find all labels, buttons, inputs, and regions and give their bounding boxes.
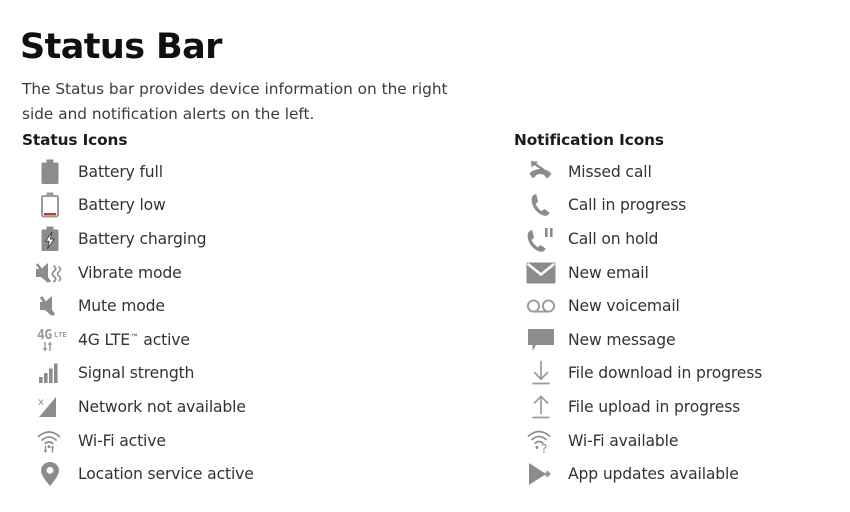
- list-item: Mute mode: [22, 289, 254, 323]
- svg-text:x: x: [38, 397, 44, 408]
- 4g-lte-icon: 4G LTE: [22, 323, 78, 357]
- notification-icons-heading: Notification Icons: [514, 131, 664, 149]
- status-icons-heading: Status Icons: [22, 131, 128, 149]
- wifi-active-icon: [22, 424, 78, 458]
- list-item: Vibrate mode: [22, 256, 254, 290]
- new-email-icon: [514, 256, 568, 290]
- list-item: ? Wi-Fi available: [514, 424, 762, 458]
- list-item-label: Location service active: [78, 465, 254, 484]
- list-item: Missed call: [514, 155, 762, 189]
- list-item: File upload in progress: [514, 390, 762, 424]
- list-item: x Network not available: [22, 390, 254, 424]
- svg-text:LTE: LTE: [54, 331, 67, 339]
- location-pin-icon: [22, 457, 78, 491]
- list-item: Battery full: [22, 155, 254, 189]
- app-updates-icon: [514, 457, 568, 491]
- mute-mode-icon: [22, 289, 78, 323]
- list-item: New message: [514, 323, 762, 357]
- list-item-label: New message: [568, 330, 676, 349]
- notification-icons-column: Notification Icons Missed call Call in p…: [514, 131, 762, 491]
- svg-text:?: ?: [541, 442, 547, 456]
- list-item: New email: [514, 256, 762, 290]
- call-in-progress-icon: [514, 189, 568, 223]
- page-title: Status Bar: [20, 27, 222, 68]
- list-item-label: File upload in progress: [568, 397, 741, 416]
- status-icons-column: Status Icons Battery full Battery low Ba…: [22, 131, 254, 491]
- list-item-label: New voicemail: [568, 297, 680, 316]
- notification-icons-list: Missed call Call in progress Call on hol…: [514, 155, 762, 491]
- list-item: Battery charging: [22, 222, 254, 256]
- list-item-label: Wi-Fi available: [568, 431, 679, 450]
- list-item-label: Network not available: [78, 397, 246, 416]
- list-item: Location service active: [22, 457, 254, 491]
- list-item-label: Wi-Fi active: [78, 431, 166, 450]
- list-item-label: Battery full: [78, 162, 163, 181]
- page-description: The Status bar provides device informati…: [22, 80, 448, 124]
- list-item: Battery low: [22, 189, 254, 223]
- missed-call-icon: [514, 155, 568, 189]
- list-item-label: Call in progress: [568, 196, 687, 215]
- list-item: 4G LTE 4G LTE™ active: [22, 323, 254, 357]
- new-voicemail-icon: [514, 289, 568, 323]
- svg-text:4G: 4G: [37, 328, 52, 343]
- list-item-label: Battery low: [78, 196, 166, 215]
- file-upload-icon: [514, 390, 568, 424]
- battery-full-icon: [22, 155, 78, 189]
- list-item-label: Vibrate mode: [78, 263, 182, 282]
- list-item-label: File download in progress: [568, 364, 763, 383]
- battery-low-icon: [22, 189, 78, 223]
- list-item-label: Signal strength: [78, 364, 195, 383]
- file-download-icon: [514, 357, 568, 391]
- list-item-label: Missed call: [568, 162, 652, 181]
- list-item: Call on hold: [514, 222, 762, 256]
- list-item: Signal strength: [22, 357, 254, 391]
- vibrate-mode-icon: [22, 256, 78, 290]
- list-item-label: App updates available: [568, 465, 739, 484]
- list-item: App updates available: [514, 457, 762, 491]
- list-item-label: New email: [568, 263, 649, 282]
- list-item: New voicemail: [514, 289, 762, 323]
- signal-strength-icon: [22, 357, 78, 391]
- list-item-label: Call on hold: [568, 229, 659, 248]
- list-item: Call in progress: [514, 189, 762, 223]
- list-item-label: Mute mode: [78, 297, 165, 316]
- wifi-available-icon: ?: [514, 424, 568, 458]
- new-message-icon: [514, 323, 568, 357]
- call-on-hold-icon: [514, 222, 568, 256]
- list-item: File download in progress: [514, 357, 762, 391]
- list-item: Wi-Fi active: [22, 424, 254, 458]
- list-item-label: Battery charging: [78, 229, 207, 248]
- list-item-label: 4G LTE™ active: [78, 330, 190, 349]
- status-icons-list: Battery full Battery low Battery chargin…: [22, 155, 254, 491]
- battery-charging-icon: [22, 222, 78, 256]
- network-unavailable-icon: x: [22, 390, 78, 424]
